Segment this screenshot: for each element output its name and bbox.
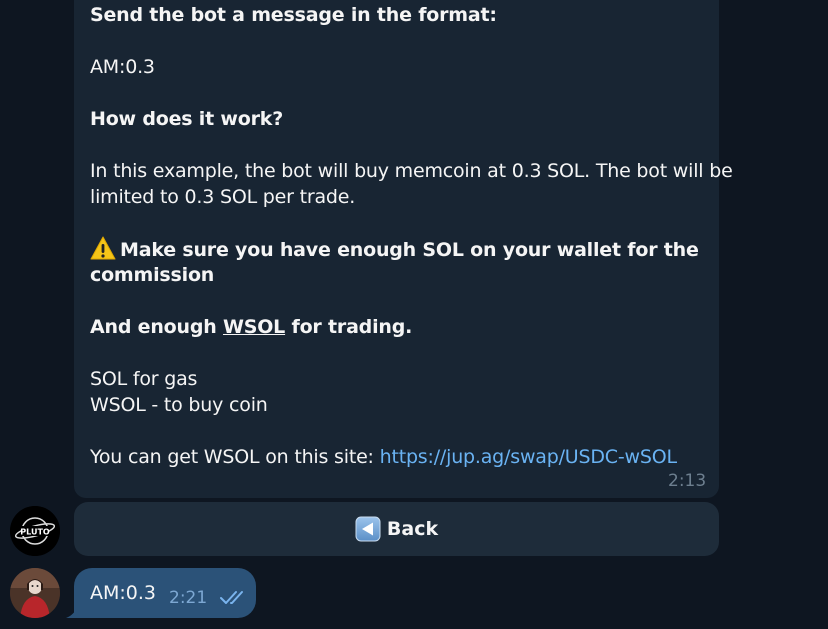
message-line-sol-gas: SOL for gas (90, 368, 198, 390)
message-line-commission: commission (90, 264, 215, 286)
back-button[interactable]: Back (74, 502, 719, 556)
message-line-wsol: And enough WSOL for trading. (90, 314, 412, 340)
outgoing-message-bubble: AM:0.3 2:21 (74, 568, 256, 618)
wsol-text-before: And enough (90, 316, 223, 338)
message-line-example: AM:0.3 (90, 56, 155, 78)
outgoing-message-text: AM:0.3 (90, 582, 157, 604)
back-arrow-icon (355, 516, 381, 542)
warning-icon (90, 236, 116, 260)
message-line-wsol-buy: WSOL - to buy coin (90, 394, 268, 416)
double-check-icon (220, 591, 243, 604)
user-avatar[interactable] (10, 568, 60, 618)
message-line-format: Send the bot a message in the format: (90, 4, 497, 26)
message-line-warning: Make sure you have enough SOL on your wa… (90, 236, 699, 263)
user-photo (10, 568, 60, 618)
message-time: 2:13 (668, 471, 707, 491)
svg-text:PLUTO: PLUTO (20, 528, 50, 537)
message-line-how: How does it work? (90, 108, 284, 130)
bot-avatar[interactable]: PLUTO (10, 506, 60, 556)
pluto-logo: PLUTO (10, 506, 60, 556)
message-line-site: You can get WSOL on this site: https://j… (90, 444, 677, 470)
message-line-explain-2: limited to 0.3 SOL per trade. (90, 186, 356, 208)
back-button-label: Back (386, 518, 439, 540)
wsol-link[interactable]: WSOL (223, 316, 285, 338)
outgoing-message-time: 2:21 (169, 588, 208, 608)
wsol-text-after: for trading. (285, 316, 413, 338)
message-line-explain-1: In this example, the bot will buy memcoi… (90, 160, 733, 182)
jup-swap-link[interactable]: https://jup.ag/swap/USDC-wSOL (380, 446, 677, 468)
site-text: You can get WSOL on this site: (90, 446, 380, 468)
bot-message-bubble: Send the bot a message in the format: AM… (74, 0, 733, 498)
warning-text: Make sure you have enough SOL on your wa… (120, 239, 699, 261)
